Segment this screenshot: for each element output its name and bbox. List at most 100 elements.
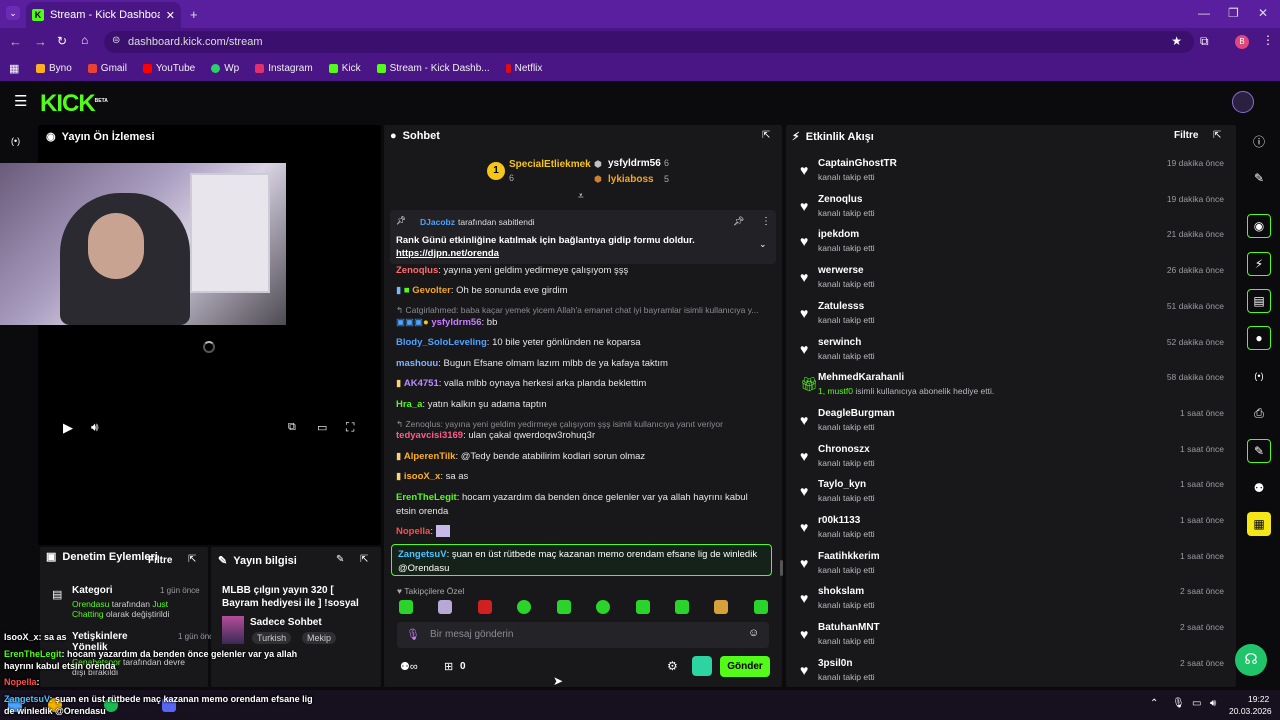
mod-item-user[interactable]: Orendasu xyxy=(72,599,109,609)
chevron-down-icon[interactable]: ⌄ xyxy=(759,239,767,250)
emote-icon[interactable] xyxy=(478,600,492,614)
activity-item[interactable]: ♥ werwerse kanalı takip etti 26 dakika önce xyxy=(800,265,1228,299)
volume-tray-icon[interactable]: 🔊︎ xyxy=(1210,698,1216,709)
wrench-icon[interactable]: ✎ xyxy=(1247,439,1271,463)
bookmark-kick[interactable]: Kick xyxy=(328,63,361,74)
chat-username[interactable]: tedyavcisi3169 xyxy=(396,430,463,441)
activity-item[interactable]: ♥ DeagleBurgman kanalı takip etti 1 saat ön… xyxy=(800,408,1228,442)
popout-icon[interactable]: ⇱ xyxy=(360,554,368,565)
bookmark-byno[interactable]: Byno xyxy=(36,63,72,74)
theater-mode-icon[interactable]: ▭ xyxy=(317,421,327,434)
network-icon[interactable]: ▭ xyxy=(1192,698,1201,709)
activity-username[interactable]: Zatulesss xyxy=(818,301,864,312)
pip-icon[interactable]: ⧉ xyxy=(288,421,296,434)
activity-username[interactable]: Taylo_kyn xyxy=(818,479,866,490)
activity-username[interactable]: shokslam xyxy=(818,586,864,597)
pencil-icon[interactable]: ✎ xyxy=(1247,166,1271,190)
chat-settings-icon[interactable]: ⚙ xyxy=(667,659,678,673)
reload-icon[interactable]: ↻ xyxy=(57,34,67,48)
printer-icon[interactable]: ⎙ xyxy=(1247,401,1271,425)
apps-grid-icon[interactable]: ▦ xyxy=(9,62,19,75)
chat-username[interactable]: ZangetsuV xyxy=(398,549,447,560)
home-icon[interactable]: ⌂ xyxy=(81,33,88,47)
activity-username[interactable]: ipekdom xyxy=(818,229,859,240)
chat-username[interactable]: Zenoqlus xyxy=(396,265,438,276)
emoji-picker-icon[interactable]: ☺ xyxy=(748,627,759,639)
chat-username[interactable]: ErenTheLegit xyxy=(396,492,457,503)
restore-icon[interactable]: ❐ xyxy=(1228,6,1239,20)
live-broadcast-icon[interactable]: (•) xyxy=(11,136,20,146)
popout-icon[interactable]: ⇱ xyxy=(188,554,196,565)
activity-username[interactable]: 3psil0n xyxy=(818,658,852,669)
popout-icon[interactable]: ⇱ xyxy=(762,130,770,141)
chat-input[interactable]: 🎙︎ Bir mesaj gönderin ☺ xyxy=(397,622,769,648)
hamburger-menu-icon[interactable]: ☰ xyxy=(14,92,27,110)
activity-item[interactable]: ♥ Chronoszx kanalı takip etti 1 saat önce xyxy=(800,444,1228,478)
edit-icon[interactable]: ✎ xyxy=(336,554,344,565)
emote-icon[interactable] xyxy=(517,600,531,614)
clipboard-icon[interactable]: ▤ xyxy=(1247,289,1271,313)
new-tab-button[interactable]: + xyxy=(190,7,198,22)
pinned-by-user[interactable]: DJacobz xyxy=(420,217,455,227)
emote-icon[interactable] xyxy=(754,600,768,614)
activity-username[interactable]: CaptainGhostTR xyxy=(818,158,897,169)
tab-list-button[interactable]: ⌄ xyxy=(6,6,20,20)
back-icon[interactable]: ← xyxy=(9,34,22,49)
leader-name[interactable]: SpecialEtliekmek xyxy=(509,159,591,170)
activity-item[interactable]: ♥ r00k1133 kanalı takip etti 1 saat önce xyxy=(800,515,1228,549)
bookmark-gmail[interactable]: Gmail xyxy=(87,63,127,74)
fullscreen-icon[interactable]: ⛶ xyxy=(346,420,354,435)
forward-icon[interactable]: → xyxy=(34,34,47,49)
profile-avatar[interactable]: B xyxy=(1235,35,1249,49)
bookmark-wp[interactable]: Wp xyxy=(211,63,239,74)
chat-username[interactable]: Hra_a xyxy=(396,399,422,410)
activity-item[interactable]: ♥ shokslam kanalı takip etti 2 saat önce xyxy=(800,586,1228,620)
site-info-icon[interactable]: ⊜ xyxy=(112,35,120,46)
pinned-link[interactable]: https://djpn.net/orenda xyxy=(396,248,499,259)
activity-username[interactable]: serwinch xyxy=(818,337,861,348)
clapper-icon[interactable]: ▦ xyxy=(1247,512,1271,536)
broadcast-icon[interactable]: (•) xyxy=(1247,364,1271,388)
activity-item[interactable]: ♥ BatuhanMNT kanalı takip etti 2 saat önce xyxy=(800,622,1228,656)
infinity-users-icon[interactable]: ⚉∞ xyxy=(400,660,418,673)
activity-username[interactable]: BatuhanMNT xyxy=(818,622,880,633)
bookmark-kick-dashboard[interactable]: Stream - Kick Dashb... xyxy=(376,63,490,74)
activity-username[interactable]: MehmedKarahanli xyxy=(818,372,904,383)
activity-username[interactable]: Zenoqlus xyxy=(818,194,862,205)
chat-username[interactable]: Nopella xyxy=(396,526,430,537)
clock-time[interactable]: 19:22 xyxy=(1248,694,1269,704)
microphone-tray-icon[interactable]: 🎙︎ xyxy=(1172,698,1185,709)
emote-icon[interactable] xyxy=(714,600,728,614)
emote-icon[interactable] xyxy=(438,600,452,614)
kick-logo[interactable]: KICKBETA xyxy=(40,90,108,118)
close-tab-icon[interactable]: ✕ xyxy=(166,9,175,22)
chat-username[interactable]: mashouu xyxy=(396,358,438,369)
emote-icon[interactable] xyxy=(557,600,571,614)
lightning-icon[interactable]: ⚡︎ xyxy=(1247,252,1271,276)
extensions-icon[interactable]: ⧉ xyxy=(1200,34,1209,49)
chat-icon[interactable]: ● xyxy=(1247,326,1271,350)
activity-username[interactable]: r00k1133 xyxy=(818,515,860,526)
pinned-menu-icon[interactable]: ⋮ xyxy=(761,216,771,227)
minimize-icon[interactable]: — xyxy=(1198,6,1210,20)
chat-username[interactable]: AK4751 xyxy=(404,378,439,389)
activity-item[interactable]: ♥ Zatulesss kanalı takip etti 51 dakika önc… xyxy=(800,301,1228,335)
popout-icon[interactable]: ⇱ xyxy=(1213,130,1221,141)
activity-item[interactable]: ♥ Zenoqlus kanalı takip etti 19 dakika önce xyxy=(800,194,1228,228)
activity-item[interactable]: ♥ ipekdom kanalı takip etti 21 dakika önce xyxy=(800,229,1228,263)
chat-username[interactable]: Gevolter xyxy=(412,285,451,296)
activity-item[interactable]: ♥ serwinch kanalı takip etti 52 dakika önce xyxy=(800,337,1228,371)
activity-item[interactable]: ♥ CaptainGhostTR kanalı takip etti 19 dakik… xyxy=(800,158,1228,192)
emote-icon[interactable] xyxy=(675,600,689,614)
chat-username[interactable]: ysfyldrm56 xyxy=(431,317,481,328)
unpin-icon[interactable]: 📌︎ xyxy=(733,216,744,227)
chat-scrollbar[interactable] xyxy=(780,560,783,576)
info-icon[interactable]: ⓘ xyxy=(1247,129,1271,153)
emote-icon[interactable] xyxy=(399,600,413,614)
leader-name[interactable]: ysfyldrm56 xyxy=(608,158,661,169)
bookmark-youtube[interactable]: YouTube xyxy=(142,63,195,74)
kick-emote-button[interactable] xyxy=(692,656,712,676)
activity-item[interactable]: ♥ Faatihkkerim kanalı takip etti 1 saat önc… xyxy=(800,551,1228,585)
activity-item[interactable]: ♥ 3psil0n kanalı takip etti 2 saat önce xyxy=(800,658,1228,692)
activity-username[interactable]: DeagleBurgman xyxy=(818,408,895,419)
